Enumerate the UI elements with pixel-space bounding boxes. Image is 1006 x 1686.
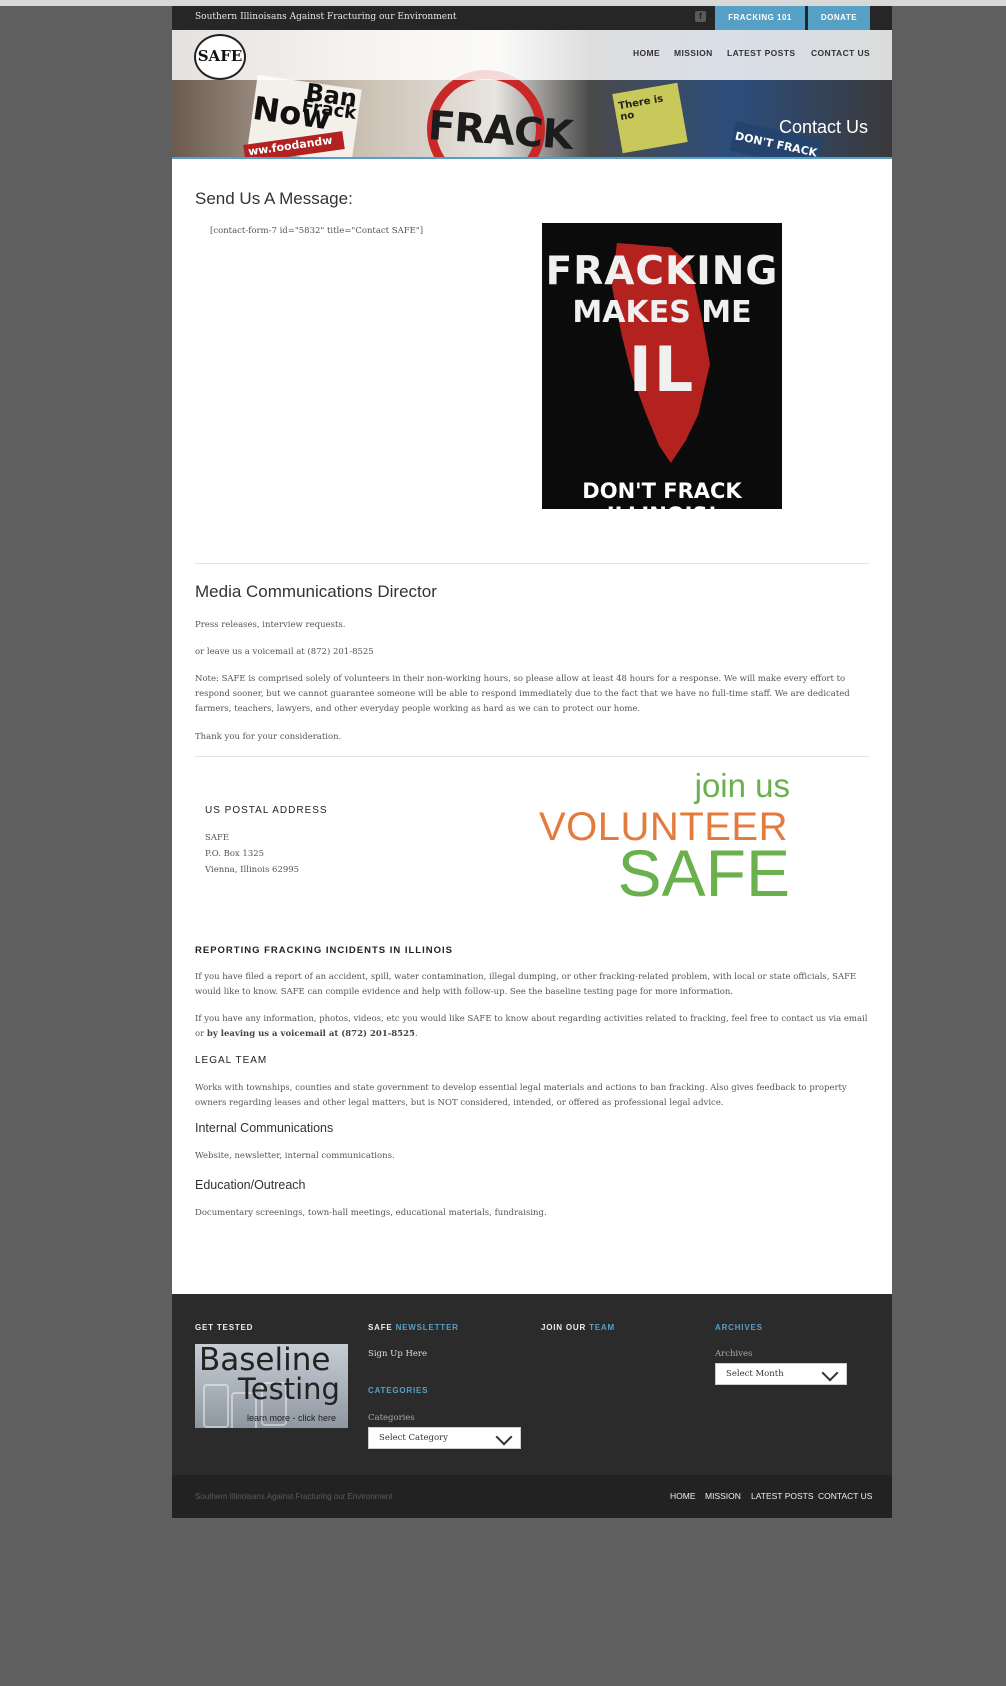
bottom-bar: Southern Illinoisans Against Fracturing …	[172, 1475, 892, 1518]
postal-line-3: Vienna, Illinois 62995	[205, 865, 300, 875]
nav-home[interactable]: HOME	[633, 48, 660, 58]
internal-heading: Internal Communications	[195, 1121, 334, 1135]
archives-heading-text: ARCHIVES	[715, 1323, 763, 1332]
footer-nav-home[interactable]: HOME	[670, 1491, 696, 1501]
main-content: Send Us A Message: [contact-form-7 id="5…	[172, 159, 892, 1294]
sign-up-link[interactable]: Sign Up Here	[368, 1349, 427, 1359]
divider	[195, 756, 869, 757]
nav-latest-posts[interactable]: LATEST POSTS	[727, 48, 795, 58]
legal-text: Works with townships, counties and state…	[195, 1083, 847, 1108]
postal-line-1: SAFE	[205, 833, 230, 843]
top-bar: Southern Illinoisans Against Fracturing …	[172, 6, 892, 30]
media-note: Note: SAFE is comprised solely of volunt…	[195, 674, 850, 714]
reporting-text-2: If you have any information, photos, vid…	[195, 1012, 869, 1042]
postal-line-2: P.O. Box 1325	[205, 849, 265, 859]
nav-contact-us[interactable]: CONTACT US	[811, 48, 870, 58]
cylinder-shape	[203, 1384, 229, 1428]
media-text-1: Press releases, interview requests.	[195, 620, 346, 630]
categories-heading: CATEGORIES	[368, 1386, 428, 1395]
media-heading: Media Communications Director	[195, 582, 437, 601]
sign-text-there: There is no	[617, 93, 665, 124]
archives-select[interactable]: Select Month	[715, 1363, 847, 1385]
footer-nav-mission[interactable]: MISSION	[705, 1491, 741, 1501]
poster-line-4: DON'T FRACK ILLINOIS!	[582, 479, 742, 527]
testing-text: Testing	[238, 1372, 340, 1406]
site-tagline: Southern Illinoisans Against Fracturing …	[195, 12, 457, 22]
join-us-text[interactable]: join us	[695, 767, 790, 805]
internal-text: Website, newsletter, internal communicat…	[195, 1151, 395, 1161]
legal-heading: LEGAL TEAM	[195, 1055, 268, 1066]
reporting-text-2-end: .	[414, 1029, 418, 1039]
footer-copyright: Southern Illinoisans Against Fracturing …	[195, 1492, 393, 1501]
send-message-heading: Send Us A Message:	[195, 189, 353, 208]
poster-line-2: MAKES ME	[572, 295, 752, 330]
media-thanks: Thank you for your consideration.	[195, 732, 342, 742]
learn-more-text: learn more - click here	[247, 1413, 337, 1423]
contact-form-shortcode: [contact-form-7 id="5832" title="Contact…	[210, 226, 424, 236]
poster-line-1: FRACKING	[545, 249, 779, 294]
nav-mission[interactable]: MISSION	[674, 48, 713, 58]
safe-big-text[interactable]: SAFE	[618, 835, 790, 911]
education-heading: Education/Outreach	[195, 1178, 306, 1192]
fracking-101-button[interactable]: FRACKING 101	[715, 6, 805, 30]
site-logo[interactable]: SAFE	[194, 34, 246, 80]
page-wrapper: Southern Illinoisans Against Fracturing …	[172, 6, 892, 1518]
archives-select-value: Select Month	[726, 1369, 784, 1379]
fracking-makes-me-il-poster: FRACKING MAKES ME IL DON'T FRACK ILLINOI…	[542, 223, 782, 527]
protest-sign-yellow: There is no	[612, 82, 688, 154]
categories-select-value: Select Category	[379, 1433, 448, 1443]
voicemail-bold: by leaving us a voicemail at (872) 201-8…	[206, 1029, 415, 1039]
archives-heading: ARCHIVES	[715, 1323, 763, 1332]
baseline-testing-banner[interactable]: Baseline Testing learn more - click here	[195, 1344, 348, 1428]
chevron-down-icon	[821, 1364, 839, 1382]
chevron-down-icon	[495, 1428, 513, 1446]
newsletter-heading: SAFE NEWSLETTER	[368, 1323, 459, 1332]
hero-banner: Ban Frack Now ww.foodandw FRACK There is…	[172, 30, 892, 159]
categories-heading-text: CATEGORIES	[368, 1386, 429, 1395]
archives-label: Archives	[715, 1349, 753, 1359]
categories-select[interactable]: Select Category	[368, 1427, 521, 1449]
divider	[195, 563, 869, 564]
media-text-2: or leave us a voicemail at (872) 201-852…	[195, 647, 374, 657]
footer-nav-contact-us[interactable]: CONTACT US	[818, 1491, 872, 1501]
footer-nav-latest-posts[interactable]: LATEST POSTS	[751, 1491, 814, 1501]
footer: GET TESTED Baseline Testing learn more -…	[172, 1294, 892, 1475]
reporting-heading: REPORTING FRACKING INCIDENTS IN ILLINOIS	[195, 945, 453, 956]
poster-line-3: IL	[628, 333, 696, 406]
join-team-heading-a: JOIN OUR	[541, 1323, 587, 1332]
get-tested-heading: GET TESTED	[195, 1323, 254, 1332]
reporting-text-1: If you have filed a report of an acciden…	[195, 972, 857, 997]
donate-button[interactable]: DONATE	[808, 6, 870, 30]
page-title: Contact Us	[778, 117, 868, 137]
facebook-icon[interactable]: f	[695, 11, 706, 22]
categories-label: Categories	[368, 1413, 415, 1423]
newsletter-heading-b: NEWSLETTER	[395, 1323, 459, 1332]
newsletter-heading-a: SAFE	[368, 1323, 393, 1332]
join-team-heading-b: TEAM	[589, 1323, 615, 1332]
postal-heading: US POSTAL ADDRESS	[205, 805, 328, 816]
join-team-heading: JOIN OUR TEAM	[541, 1323, 615, 1332]
education-text: Documentary screenings, town-hall meetin…	[195, 1208, 547, 1218]
